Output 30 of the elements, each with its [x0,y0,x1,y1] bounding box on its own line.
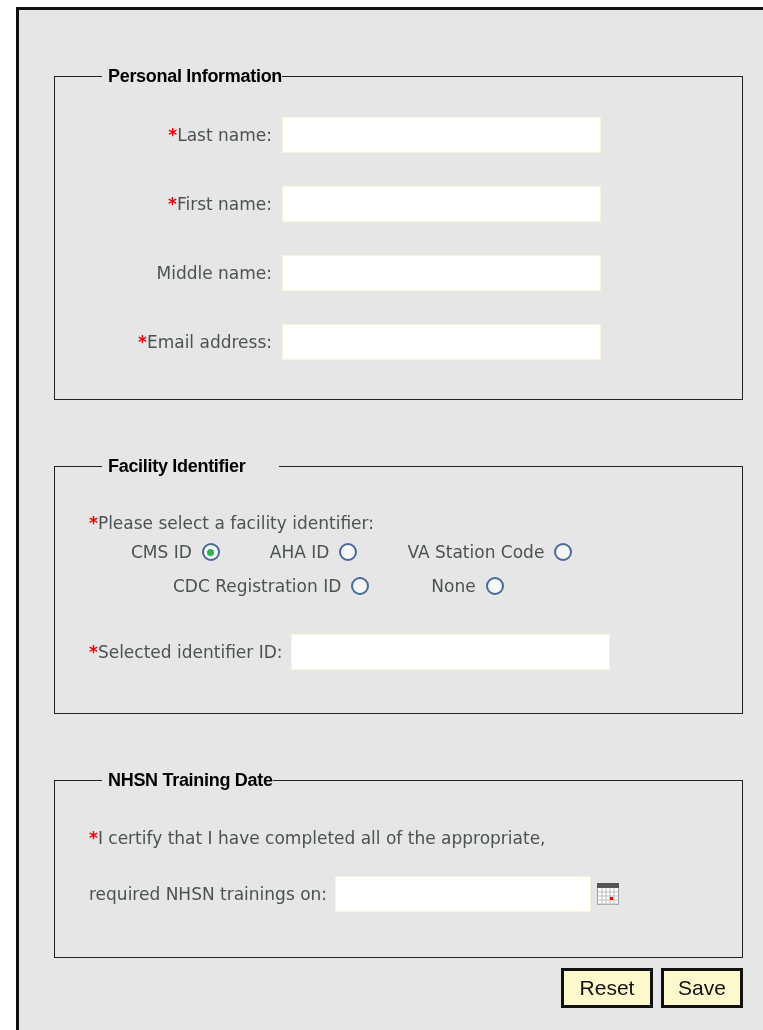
input-field[interactable] [282,186,601,222]
save-button[interactable]: Save [661,968,743,1008]
field-label: *First name: [167,194,272,214]
section-legend: Personal Information [102,66,283,87]
field-label: *Email address: [137,332,272,352]
input-field[interactable] [282,117,601,153]
input-field[interactable] [335,876,592,912]
radio-button[interactable] [485,577,504,595]
radio-button[interactable] [201,543,220,561]
reset-button[interactable]: Reset [561,968,653,1008]
radio-button[interactable] [339,543,358,561]
radio-button[interactable] [351,577,370,595]
radio-button[interactable] [554,543,573,561]
input-field[interactable] [290,634,610,670]
radio-option[interactable]: None [431,576,504,596]
certify-text: *I certify that I have completed all of the appropriate, [89,828,547,850]
section-legend: Facility Identifier [102,456,280,477]
field-label: Middle name: [155,263,272,283]
radio-option[interactable]: VA Station Code [407,542,573,562]
field-label: required NHSN trainings on: [89,884,328,904]
radio-option[interactable]: AHA ID [269,542,358,562]
prompt-label: *Please select a facility identifier: [89,513,375,533]
section-legend: NHSN Training Date [102,770,273,791]
input-field[interactable] [282,255,601,291]
radio-option[interactable]: CMS ID [131,542,220,562]
calendar-icon[interactable] [597,883,620,905]
radio-option[interactable]: CDC Registration ID [173,576,370,596]
field-label: *Selected identifier ID: [89,642,283,662]
field-label: *Last name: [167,125,272,145]
input-field[interactable] [282,324,601,360]
